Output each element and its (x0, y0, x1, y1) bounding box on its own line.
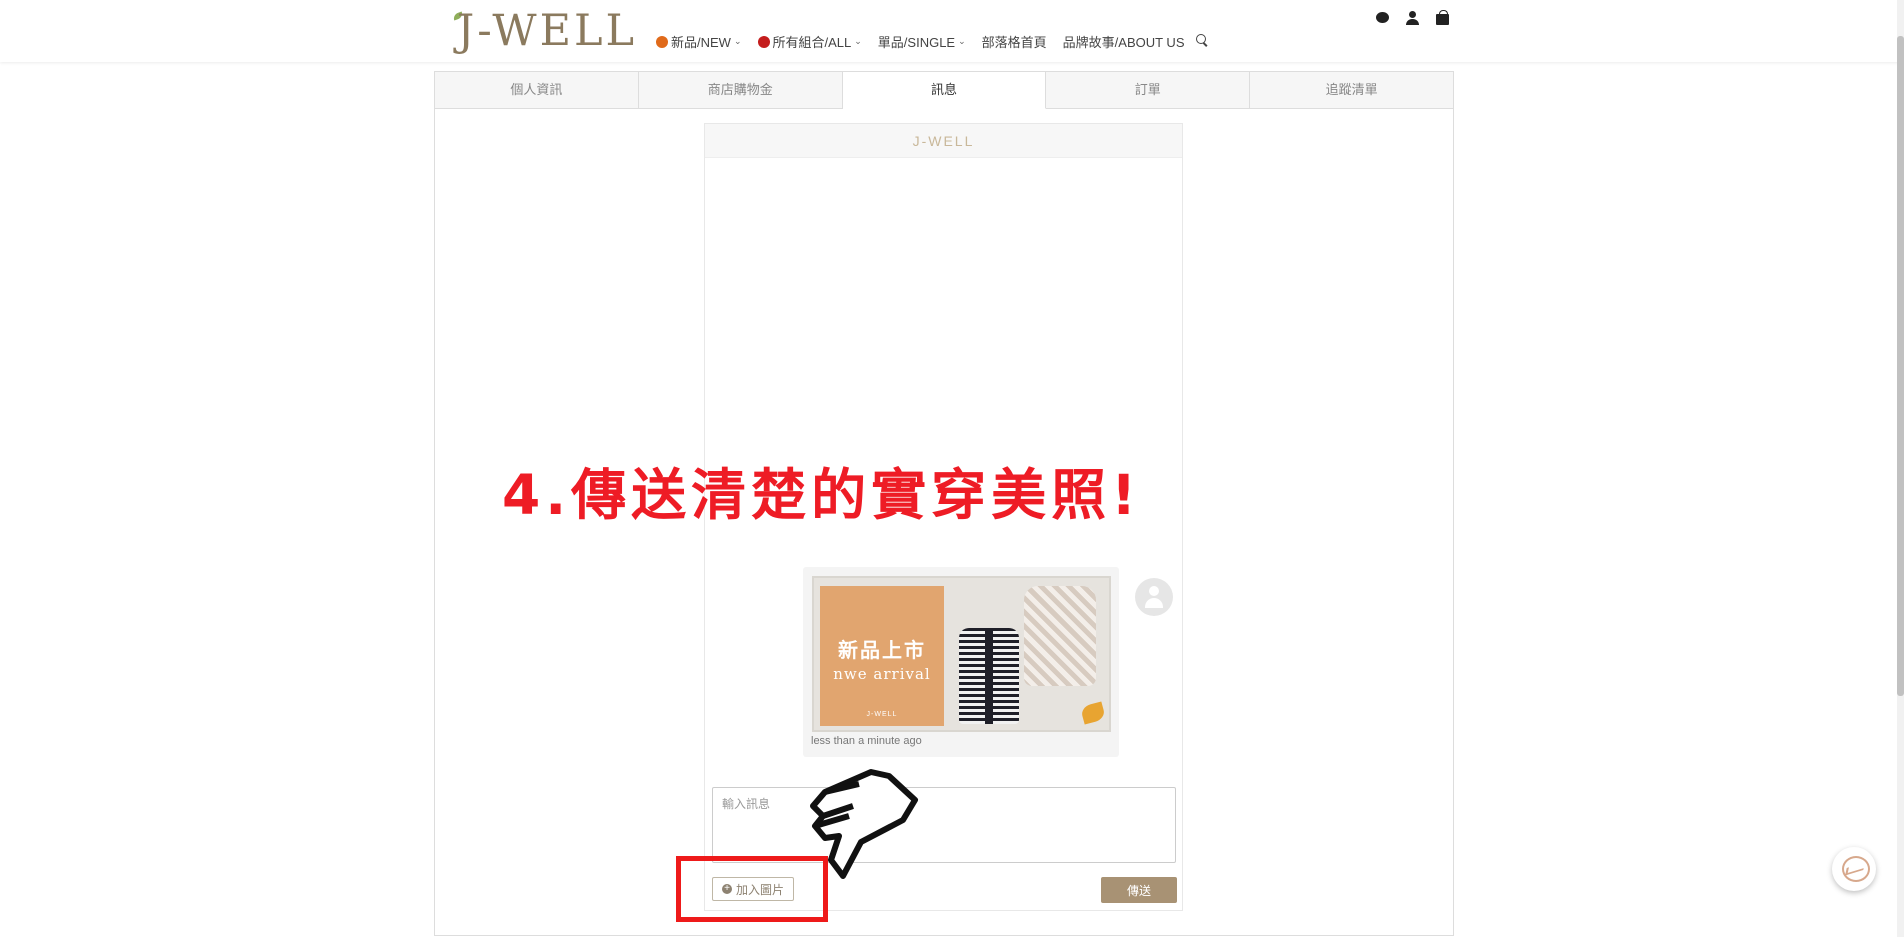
chat-message: 新品上市 nwe arrival J-WELL less than a minu… (803, 567, 1119, 757)
nav-item-blog[interactable]: 部落格首頁 (982, 32, 1047, 51)
message-input[interactable] (712, 787, 1176, 863)
search-icon[interactable] (1196, 34, 1206, 44)
nav-item-label: 單品/SINGLE (877, 35, 956, 50)
send-button[interactable]: 傳送 (1101, 877, 1177, 903)
nav-item-new[interactable]: 新品/NEW ⌄ (656, 32, 742, 51)
promo-subtitle: nwe arrival (833, 665, 931, 683)
header-icons (1376, 10, 1449, 25)
nav-item-label: 新品/NEW (671, 35, 731, 50)
nav-item-all[interactable]: 所有組合/ALL ⌄ (757, 32, 862, 51)
avatar (1135, 578, 1173, 616)
message-image[interactable]: 新品上市 nwe arrival J-WELL (812, 576, 1111, 732)
chat-bubble-icon[interactable] (1376, 12, 1389, 23)
autumn-leaf-icon (1080, 701, 1106, 725)
tab-wishlist[interactable]: 追蹤清單 (1250, 72, 1453, 109)
tab-orders[interactable]: 訂單 (1046, 72, 1251, 109)
nav-item-single[interactable]: 單品/SINGLE ⌄ (878, 32, 966, 51)
nav-item-about[interactable]: 品牌故事/ABOUT US (1063, 32, 1185, 51)
chevron-down-icon: ⌄ (854, 36, 862, 46)
scrollbar[interactable] (1897, 0, 1904, 937)
main-nav: 新品/NEW ⌄ 所有組合/ALL ⌄ 單品/SINGLE ⌄ 部落格首頁 品牌… (656, 32, 1185, 51)
brand-logo[interactable]: J-WELL (457, 6, 637, 56)
shirt-photo (1024, 586, 1096, 686)
flower-icon (757, 35, 770, 48)
shopping-bag-icon[interactable] (1436, 10, 1449, 25)
site-header: J-WELL 新品/NEW ⌄ 所有組合/ALL ⌄ 單品/SINGLE ⌄ 部… (0, 0, 1904, 62)
chevron-down-icon: ⌄ (958, 36, 966, 46)
tab-messages[interactable]: 訊息 (842, 72, 1047, 109)
messenger-icon[interactable] (1832, 847, 1876, 891)
nav-item-label: 品牌故事/ABOUT US (1062, 35, 1185, 50)
instruction-caption: 4.傳送清楚的實穿美照! (502, 463, 1142, 527)
nav-item-label: 部落格首頁 (981, 35, 1047, 50)
chevron-down-icon: ⌄ (733, 36, 742, 46)
tab-profile[interactable]: 個人資訊 (435, 72, 639, 109)
promo-brand: J-WELL (866, 711, 898, 718)
user-icon[interactable] (1405, 10, 1420, 25)
maple-leaf-icon (656, 35, 668, 48)
pointing-hand-icon (810, 769, 918, 879)
account-tabs: 個人資訊 商店購物金 訊息 訂單 追蹤清單 (434, 71, 1454, 109)
promo-title: 新品上市 (838, 638, 926, 662)
message-time: less than a minute ago (811, 735, 922, 747)
nav-item-label: 所有組合/ALL (772, 35, 852, 50)
cardigan-photo (959, 628, 1019, 724)
promo-card: 新品上市 nwe arrival J-WELL (820, 586, 944, 726)
tab-store-credit[interactable]: 商店購物金 (638, 72, 843, 109)
chat-header: J-WELL (705, 124, 1182, 158)
scrollbar-thumb[interactable] (1897, 36, 1904, 696)
